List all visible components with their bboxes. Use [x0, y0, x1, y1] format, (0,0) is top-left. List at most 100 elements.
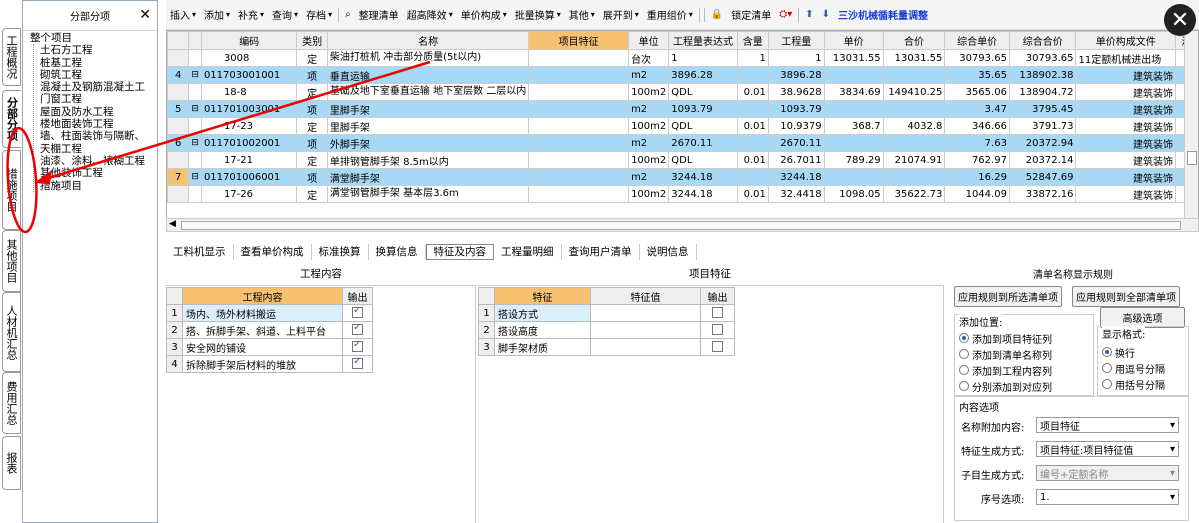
cell-expr[interactable]: QDL	[668, 117, 738, 135]
cell-expr[interactable]: QDL	[668, 83, 738, 101]
collapse-icon[interactable]: ⊟	[188, 168, 202, 186]
cell-qty[interactable]: 38.9628	[767, 83, 825, 101]
tree-item[interactable]: 屋面及防水工程	[40, 106, 157, 118]
cell-expr[interactable]: 1	[668, 49, 738, 67]
vertical-tab-1[interactable]: 分部分项	[2, 90, 21, 148]
cell-unit[interactable]: m2	[628, 134, 670, 152]
cell-code[interactable]: 011701003001	[200, 100, 298, 118]
collapse-icon[interactable]: ⊟	[188, 134, 202, 152]
cell-uprice[interactable]: 35.65	[944, 66, 1010, 84]
grid-header[interactable]: 单位	[628, 31, 670, 50]
toolbar-button[interactable]: 存档 ▾	[302, 7, 336, 22]
table-row[interactable]: 6 ⊟ 011701002001 项外脚手架 m2 2670.11 2670.11 7.63 2…	[167, 134, 1198, 152]
cell-total[interactable]: 13031.55	[882, 49, 946, 67]
cell-qty[interactable]: 3244.18	[767, 168, 825, 186]
cell-name[interactable]: 满堂钢管脚手架 基本层3.6m	[326, 185, 530, 203]
cell-price[interactable]: 789.29	[823, 151, 884, 169]
row-number[interactable]	[167, 117, 190, 135]
table-row[interactable]: 18-8 定基础及地下室垂直运输 地下室层数 二层以内 100m2 QDL 0.01 38…	[167, 83, 1198, 101]
cell-cat[interactable]: 项	[296, 134, 328, 152]
cell-uprice[interactable]: 3565.06	[944, 83, 1010, 101]
tree-item[interactable]: 天棚工程	[40, 143, 157, 155]
tree-item[interactable]: 桩基工程	[40, 57, 157, 69]
cell-file[interactable]: 建筑装饰	[1075, 168, 1177, 186]
tree-item[interactable]: 门窗工程	[40, 93, 157, 105]
cell-unit[interactable]: 100m2	[628, 117, 670, 135]
cell-total[interactable]	[882, 66, 946, 84]
table-row[interactable]: 2 搭、拆脚手架、斜道、上料平台	[166, 321, 373, 339]
toolbar-button[interactable]: 补充 ▾	[234, 7, 268, 22]
feature-cell[interactable]: 脚手架材质	[494, 338, 591, 356]
table-row[interactable]: 1 场内、场外材料搬运	[166, 304, 373, 322]
toolbar-button[interactable]: 重用组价 ▾	[643, 7, 697, 22]
scroll-left-icon[interactable]: ◀	[169, 219, 176, 229]
toolbar-button[interactable]: 超高降效 ▾	[403, 7, 457, 22]
cell-unit[interactable]: m2	[628, 100, 670, 118]
row-number[interactable]	[167, 83, 190, 101]
feature-cell[interactable]: 搭设高度	[494, 321, 591, 339]
cell-cnt[interactable]: 0.01	[736, 117, 769, 135]
cell-price[interactable]: 3834.69	[823, 83, 884, 101]
feature-value-cell[interactable]	[590, 304, 701, 322]
tree-item[interactable]: 其他装饰工程	[40, 167, 157, 179]
output-checkbox[interactable]	[712, 341, 723, 353]
toolbar-button[interactable]: 添加 ▾	[200, 7, 234, 22]
seq-select[interactable]: 1. ▾	[1036, 489, 1179, 505]
cell-feat[interactable]	[528, 151, 630, 169]
radio-button[interactable]	[959, 349, 969, 359]
toolbar-button[interactable]: 单价构成 ▾	[457, 7, 511, 22]
vertical-tab-4[interactable]: 人材机汇总	[2, 292, 21, 372]
toolbar-button[interactable]: 其他 ▾	[565, 7, 599, 22]
radio-button[interactable]	[1102, 379, 1112, 389]
cell-unit[interactable]: 台次	[628, 49, 670, 67]
cell-price[interactable]: 368.7	[823, 117, 884, 135]
cell-uprice[interactable]: 30793.65	[944, 49, 1010, 67]
name-append-select[interactable]: 项目特征 ▾	[1036, 417, 1179, 433]
work-content-cell[interactable]: 搭、拆脚手架、斜道、上料平台	[182, 321, 343, 339]
tab-1[interactable]: 查看单价构成	[234, 243, 312, 260]
apply-all-button[interactable]: 应用规则到全部清单项	[1072, 286, 1180, 307]
cell-total[interactable]	[882, 168, 946, 186]
move-down-icon[interactable]: ⬇	[818, 9, 834, 20]
toolbar-button[interactable]: 插入 ▾	[166, 7, 200, 22]
radio-option[interactable]: 用逗号分隔	[1102, 360, 1165, 376]
table-row[interactable]: 17-21 定单排钢管脚手架 8.5m以内 100m2 QDL 0.01 26.7011 7…	[167, 151, 1198, 169]
vertical-tab-2[interactable]: 措施项目	[2, 150, 21, 230]
grid-header[interactable]: 工程量	[767, 31, 825, 50]
tree-item[interactable]: 油漆、涂料、裱糊工程	[40, 155, 157, 167]
table-row[interactable]: 3008 定柴油打桩机 冲击部分质量(5t以内) 台次 1 1 1 13031.55 1303…	[167, 49, 1198, 67]
output-checkbox[interactable]	[712, 307, 723, 319]
cell-uprice[interactable]: 16.29	[944, 168, 1010, 186]
tree-item[interactable]: 墙、柱面装饰与隔断、	[40, 130, 157, 142]
toolbar-button[interactable]: 锁定清单	[727, 7, 775, 22]
grid-header[interactable]: 合价	[882, 31, 946, 50]
cell-code[interactable]: 17-26	[200, 185, 298, 203]
row-number[interactable]: 6	[167, 134, 190, 152]
cell-code[interactable]: 18-8	[200, 83, 298, 101]
table-row[interactable]: 17-23 定里脚手架 100m2 QDL 0.01 10.9379 368.7 4032.8…	[167, 117, 1198, 135]
cell-expr[interactable]: 3896.28	[668, 66, 738, 84]
cell-uprice[interactable]: 762.97	[944, 151, 1010, 169]
grid-header[interactable]: 单价构成文件	[1075, 31, 1177, 50]
cell-name[interactable]: 里脚手架	[326, 117, 530, 135]
cell-qty[interactable]: 26.7011	[767, 151, 825, 169]
cell-total[interactable]: 4032.8	[882, 117, 946, 135]
cell-file[interactable]: 建筑装饰	[1075, 83, 1177, 101]
cell-price[interactable]	[823, 66, 884, 84]
cell-price[interactable]	[823, 168, 884, 186]
scroll-thumb[interactable]	[1187, 151, 1197, 165]
vertical-tab-6[interactable]: 报表	[2, 436, 21, 490]
cell-total[interactable]: 149410.25	[882, 83, 946, 101]
cell-expr[interactable]: QDL	[668, 151, 738, 169]
feature-value-cell[interactable]	[590, 321, 701, 339]
table-row[interactable]: 2 搭设高度	[478, 321, 735, 339]
row-number[interactable]: 7	[167, 168, 190, 186]
cell-cat[interactable]: 定	[296, 151, 328, 169]
grid-header[interactable]: 类别	[296, 31, 328, 50]
radio-button[interactable]	[959, 381, 969, 391]
cell-cnt[interactable]: 0.01	[736, 151, 769, 169]
cell-qty[interactable]: 2670.11	[767, 134, 825, 152]
radio-button[interactable]	[959, 333, 969, 343]
cell-cnt[interactable]: 1	[736, 49, 769, 67]
cell-expr[interactable]: 3244.18	[668, 168, 738, 186]
